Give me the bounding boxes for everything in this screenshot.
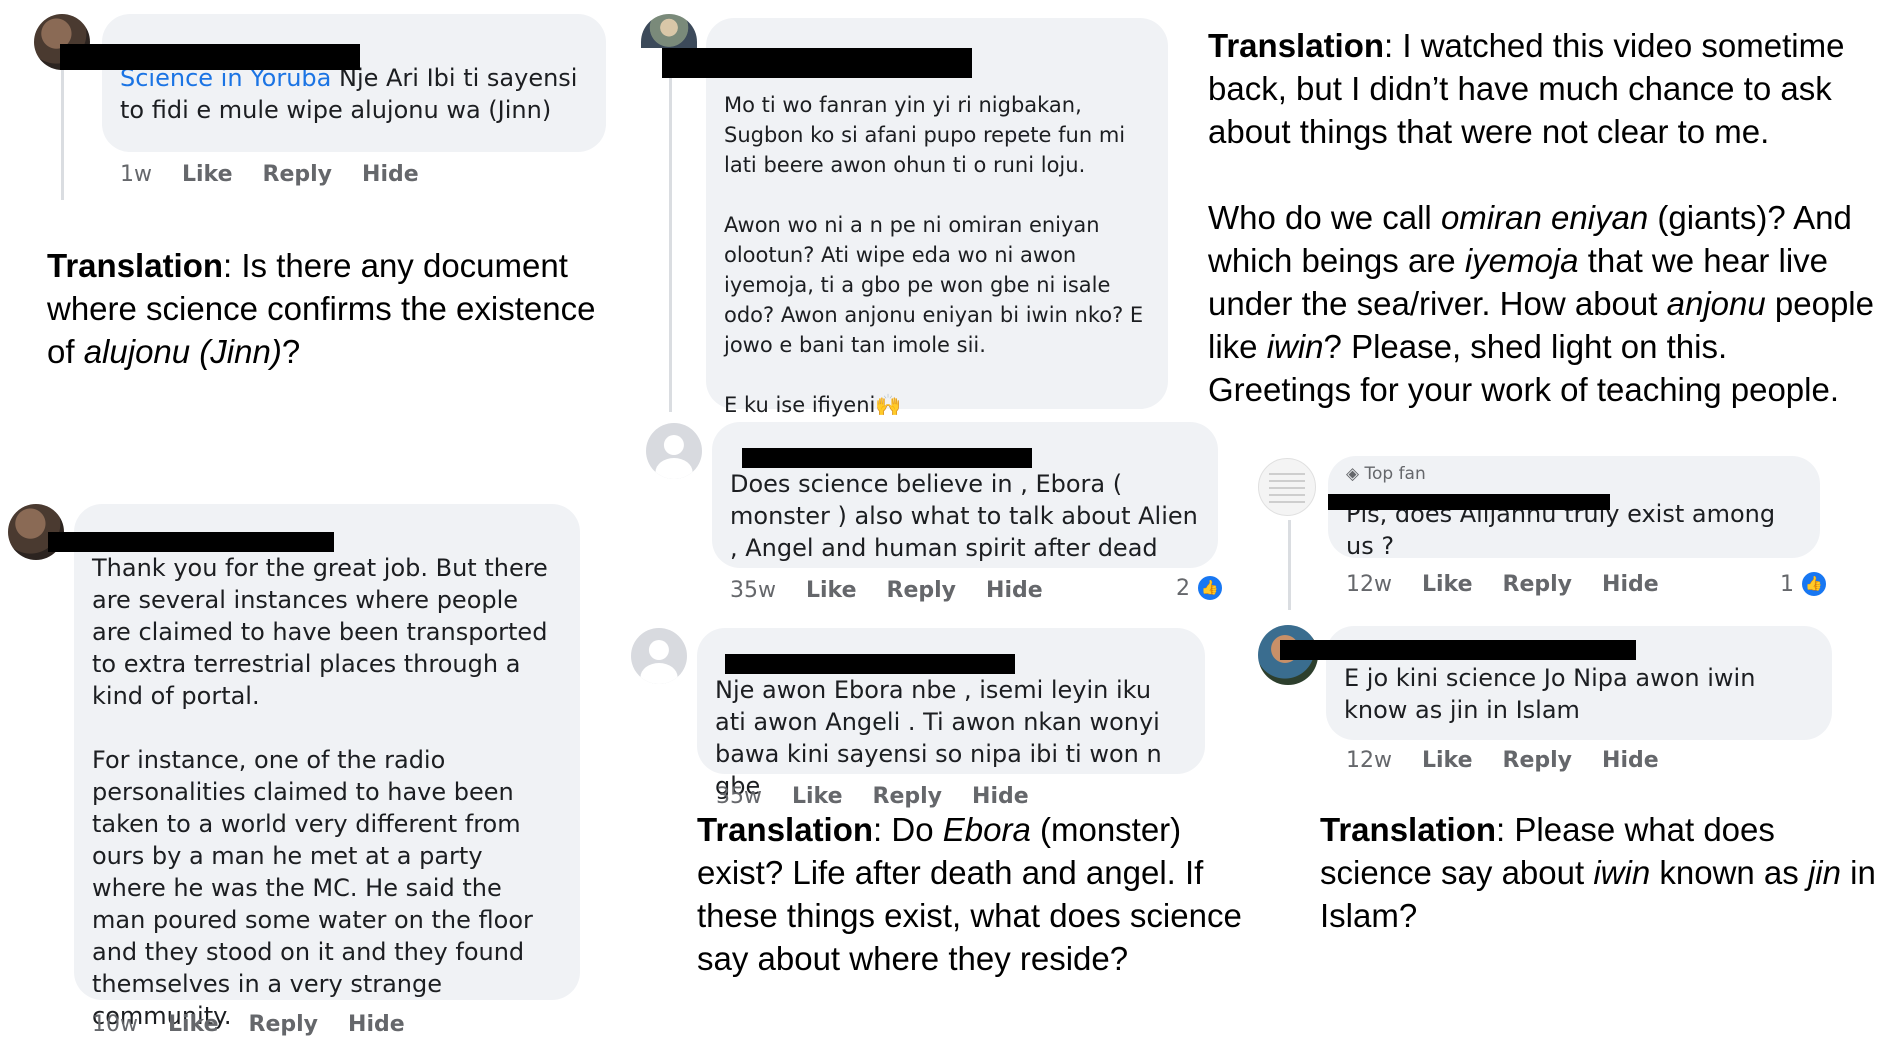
reaction-number: 2 <box>1176 575 1190 601</box>
hide-button[interactable]: Hide <box>972 784 1029 809</box>
translation-term: Ebora <box>942 811 1031 848</box>
hide-button[interactable]: Hide <box>986 578 1043 603</box>
top-fan-badge: ◈ Top fan <box>1346 464 1800 484</box>
comment-bubble: Nje awon Ebora nbe , isemi leyin iku ati… <box>697 628 1205 800</box>
comment-text: Does science believe in , Ebora ( monste… <box>730 470 1198 562</box>
translation-3: Translation: Do Ebora (monster) exist? L… <box>697 808 1257 980</box>
translation-term: alujonu (Jinn) <box>83 333 282 370</box>
translation-term: iyemoja <box>1464 242 1579 279</box>
thread-line <box>669 60 672 412</box>
comment-bubble: ◈ Top fan Pls, does Alijannu truly exist… <box>1328 456 1820 560</box>
like-button[interactable]: Like <box>792 784 843 809</box>
timestamp[interactable]: 35w <box>730 578 776 603</box>
comment-actions: 35w Like Reply Hide <box>730 578 1073 603</box>
translation-2: Translation: I watched this video someti… <box>1208 24 1878 411</box>
hide-button[interactable]: Hide <box>1602 572 1659 597</box>
like-button[interactable]: Like <box>168 1012 219 1037</box>
translation-term: iwin <box>1593 854 1651 891</box>
comment-actions: 10w Like Reply Hide <box>92 1012 435 1037</box>
comment-text: Thank you for the great job. But there a… <box>92 554 548 710</box>
hide-button[interactable]: Hide <box>1602 748 1659 773</box>
timestamp[interactable]: 12w <box>1346 748 1392 773</box>
reaction-number: 1 <box>1780 571 1794 597</box>
reply-button[interactable]: Reply <box>1503 572 1573 597</box>
translation-label: Translation <box>1208 27 1385 64</box>
translation-term: iwin <box>1266 328 1324 365</box>
comment-text: For instance, one of the radio personali… <box>92 746 533 1030</box>
translation-1: Translation: Is there any document where… <box>47 244 607 373</box>
redacted-name <box>1328 494 1610 510</box>
hide-button[interactable]: Hide <box>348 1012 405 1037</box>
timestamp[interactable]: 1w <box>120 162 152 187</box>
redacted-name <box>1280 640 1636 660</box>
translation-text: : Do <box>873 811 943 848</box>
avatar[interactable] <box>646 423 702 479</box>
redacted-name <box>662 48 972 78</box>
translation-text: ? <box>281 333 301 370</box>
reply-button[interactable]: Reply <box>263 162 333 187</box>
like-button[interactable]: Like <box>806 578 857 603</box>
hide-button[interactable]: Hide <box>362 162 419 187</box>
thread-line <box>61 70 64 200</box>
translation-label: Translation <box>47 247 224 284</box>
avatar[interactable] <box>641 14 697 48</box>
reply-button[interactable]: Reply <box>249 1012 319 1037</box>
translation-text: known as <box>1650 854 1808 891</box>
comment-text: E jo kini science Jo Nipa awon iwin know… <box>1344 664 1756 724</box>
redacted-name <box>725 654 1015 674</box>
like-reaction-icon: 👍 <box>1800 570 1828 598</box>
like-button[interactable]: Like <box>1422 572 1473 597</box>
translation-label: Translation <box>697 811 874 848</box>
reaction-count[interactable]: 2 👍 <box>1176 574 1224 602</box>
translation-term: omiran eniyan <box>1440 199 1649 236</box>
comment-bubble: Thank you for the great job. But there a… <box>48 504 580 1030</box>
comment-bubble: Science in Yoruba Nje Ari Ibi ti sayensi… <box>60 14 606 152</box>
like-button[interactable]: Like <box>182 162 233 187</box>
redacted-name <box>48 532 334 552</box>
comment-bubble: Mo ti wo fanran yin yi ri nigbakan, Sugb… <box>662 18 1168 417</box>
badge-label: Top fan <box>1364 464 1426 484</box>
translation-4: Translation: Please what does science sa… <box>1320 808 1880 937</box>
timestamp[interactable]: 12w <box>1346 572 1392 597</box>
timestamp[interactable]: 10w <box>92 1012 138 1037</box>
like-reaction-icon: 👍 <box>1196 574 1224 602</box>
thread-line <box>1288 520 1291 610</box>
reply-button[interactable]: Reply <box>873 784 943 809</box>
redacted-name <box>742 448 1032 468</box>
translation-text: Who do we call <box>1208 199 1441 236</box>
translation-term: jin <box>1807 854 1841 891</box>
comment-bubble: E jo kini science Jo Nipa awon iwin know… <box>1280 626 1832 740</box>
avatar[interactable] <box>1258 458 1316 516</box>
comment-text: Nje awon Ebora nbe , isemi leyin iku ati… <box>715 676 1162 800</box>
reaction-count[interactable]: 1 👍 <box>1780 570 1828 598</box>
comment-actions: 35w Like Reply Hide <box>716 784 1059 809</box>
reply-button[interactable]: Reply <box>1503 748 1573 773</box>
diamond-icon: ◈ <box>1346 464 1365 484</box>
comment-text: Awon wo ni a n pe ni omiran eniyan oloot… <box>724 213 1144 357</box>
comment-text: E ku ise ifiyeni🙌 <box>724 393 902 417</box>
comment-bubble: Does science believe in , Ebora ( monste… <box>712 422 1218 568</box>
avatar[interactable] <box>631 628 687 684</box>
translation-term: anjonu <box>1666 285 1766 322</box>
timestamp[interactable]: 35w <box>716 784 762 809</box>
comment-actions: 1w Like Reply Hide <box>120 162 449 187</box>
like-button[interactable]: Like <box>1422 748 1473 773</box>
comment-actions: 12w Like Reply Hide <box>1346 572 1689 597</box>
comment-actions: 12w Like Reply Hide <box>1346 748 1689 773</box>
translation-label: Translation <box>1320 811 1497 848</box>
redacted-name <box>60 44 360 70</box>
reply-button[interactable]: Reply <box>887 578 957 603</box>
comment-text: Mo ti wo fanran yin yi ri nigbakan, Sugb… <box>724 93 1126 177</box>
